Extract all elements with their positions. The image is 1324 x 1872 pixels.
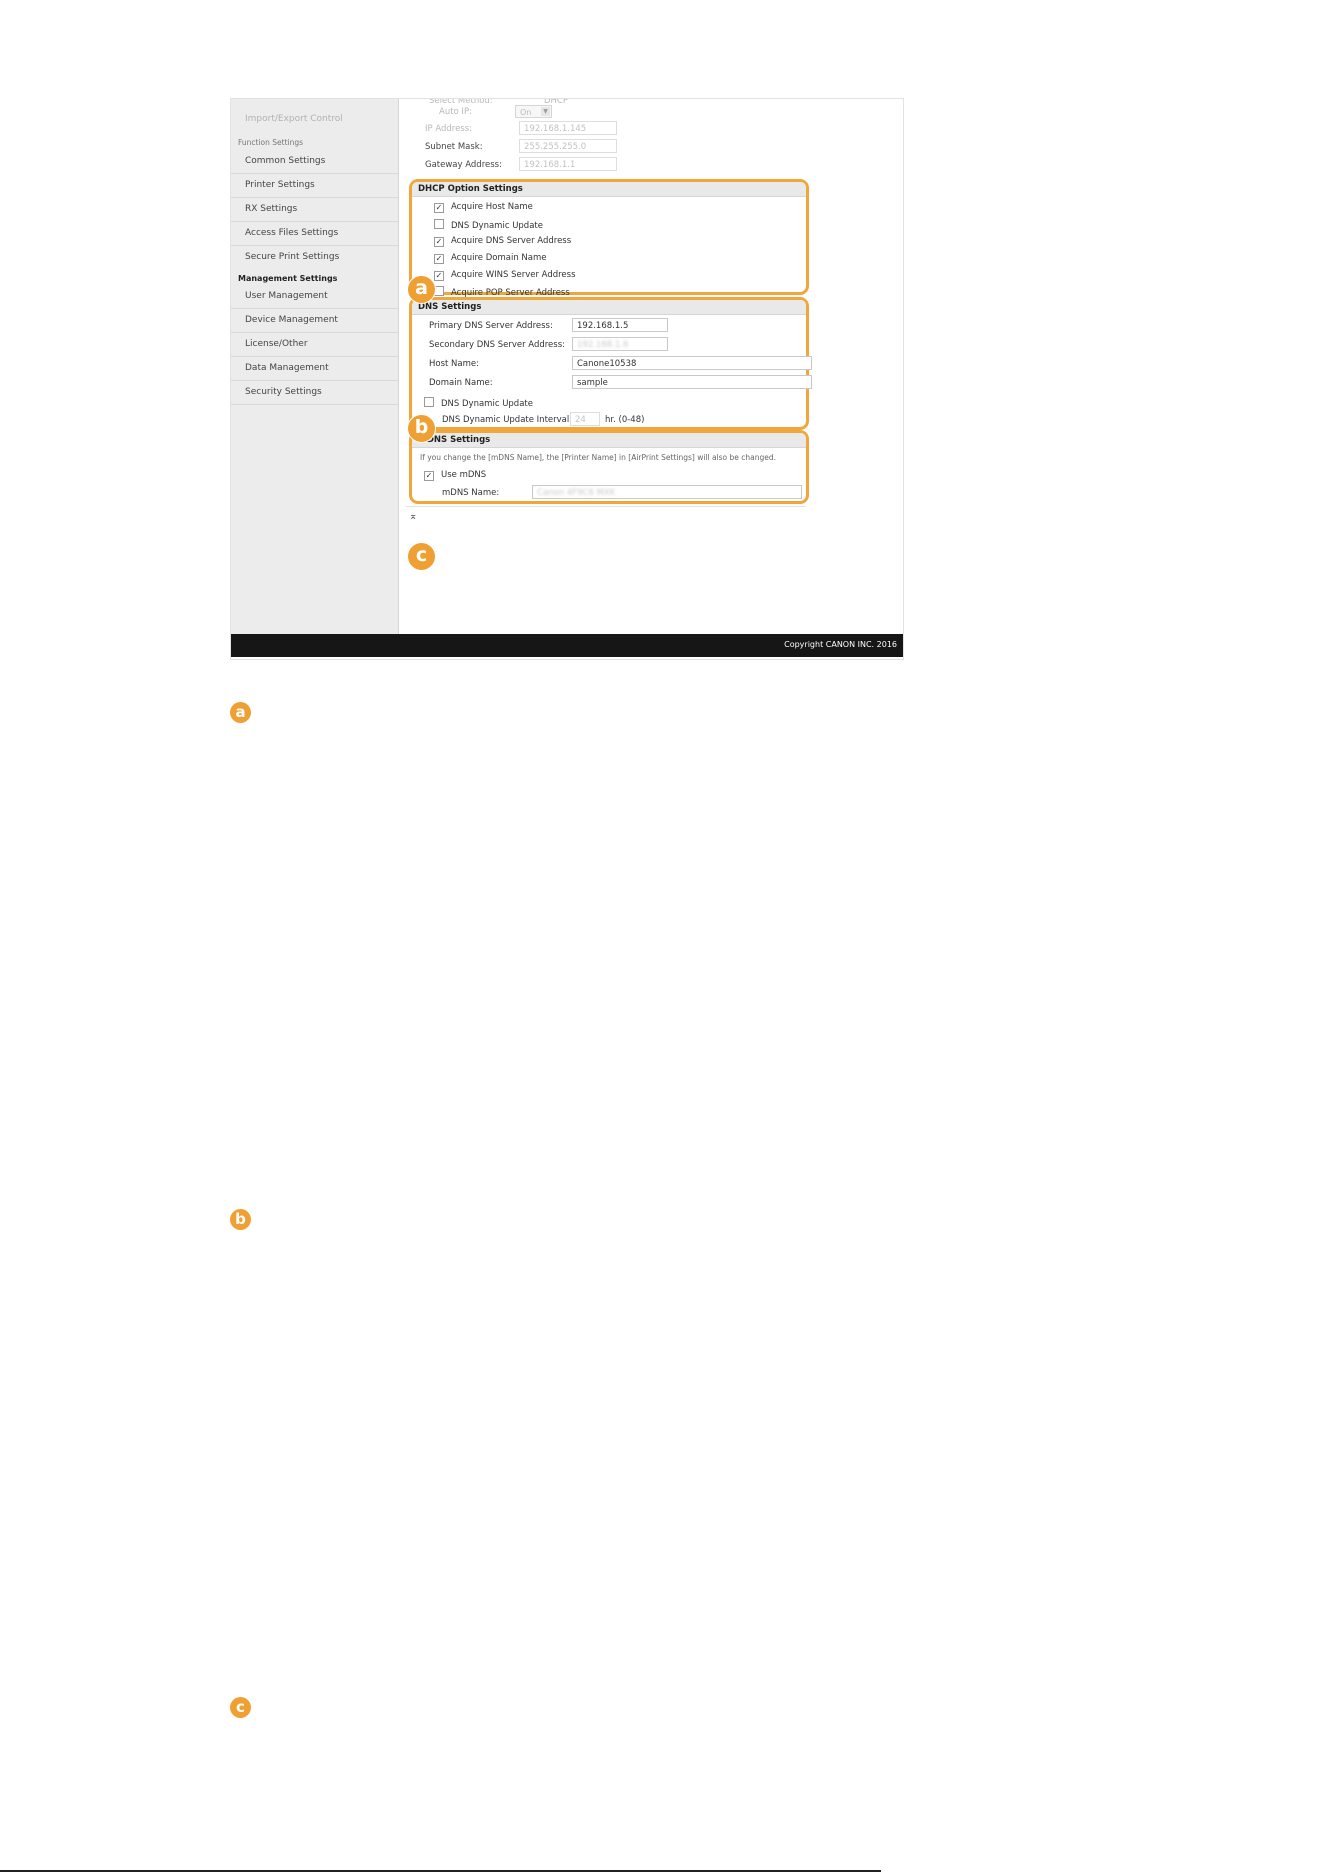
gateway-address-label: Gateway Address:: [425, 160, 502, 170]
sidebar-divider: [231, 356, 398, 357]
auto-ip-value: On: [520, 108, 532, 117]
dhcp-option-dns-dynamic-update[interactable]: DNS Dynamic Update: [434, 219, 543, 231]
callout-marker-b: b: [408, 415, 435, 442]
callout-marker-a: a: [408, 276, 435, 303]
sidebar-divider: [231, 404, 398, 405]
section-marker-b: b: [230, 1209, 251, 1230]
sidebar-divider: [231, 221, 398, 222]
checkbox-checked-icon[interactable]: ✓: [434, 254, 444, 264]
sidebar-item-printer-settings[interactable]: Printer Settings: [245, 180, 315, 190]
sidebar-item-common-settings[interactable]: Common Settings: [245, 156, 325, 166]
subnet-mask-input[interactable]: 255.255.255.0: [519, 139, 617, 153]
sidebar-item-security-settings[interactable]: Security Settings: [245, 387, 322, 397]
domain-name-input[interactable]: sample: [572, 375, 812, 389]
sidebar-item-data-management[interactable]: Data Management: [245, 363, 329, 373]
dhcp-option-acquire-host-name[interactable]: ✓ Acquire Host Name: [434, 202, 533, 213]
copyright-text: Copyright CANON INC. 2016: [784, 640, 897, 649]
dns-settings-title: DNS Settings: [412, 300, 806, 315]
content-divider: [406, 506, 806, 507]
mdns-settings-title: mDNS Settings: [412, 433, 806, 448]
select-method-label: Select Method:: [429, 98, 493, 106]
sidebar-divider: [231, 332, 398, 333]
mdns-name-input[interactable]: Canon 4F9C6 MXK: [532, 485, 802, 499]
domain-name-label: Domain Name:: [429, 378, 493, 388]
secondary-dns-label: Secondary DNS Server Address:: [429, 340, 566, 350]
sidebar-divider: [231, 308, 398, 309]
secondary-dns-input[interactable]: 192.168.1.6: [572, 337, 668, 351]
dns-update-interval-input[interactable]: 24: [570, 412, 600, 426]
sidebar-divider: [231, 197, 398, 198]
dns-update-interval-label: DNS Dynamic Update Interval:: [442, 415, 573, 425]
sidebar: Import/Export Control Function Settings …: [231, 99, 399, 657]
primary-dns-input[interactable]: 192.168.1.5: [572, 318, 668, 332]
screenshot-frame: Import/Export Control Function Settings …: [230, 98, 904, 660]
checkbox-checked-icon[interactable]: ✓: [434, 271, 444, 281]
dns-settings-group: DNS Settings Primary DNS Server Address:…: [409, 297, 812, 430]
ip-address-label: IP Address:: [425, 124, 473, 134]
section-marker-a: a: [230, 702, 251, 723]
main-content: Select Method: DHCP Auto IP: On ▼ IP Add…: [399, 99, 903, 657]
dhcp-option-acquire-dns-server-address[interactable]: ✓ Acquire DNS Server Address: [434, 236, 571, 247]
sidebar-item-secure-print-settings[interactable]: Secure Print Settings: [245, 252, 339, 262]
checkbox-checked-icon[interactable]: ✓: [424, 471, 434, 481]
use-mdns-checkbox-row[interactable]: ✓ Use mDNS: [424, 470, 486, 481]
back-to-top-icon[interactable]: ⌅: [409, 511, 417, 522]
sidebar-divider: [231, 245, 398, 246]
sidebar-divider: [231, 173, 398, 174]
section-marker-c: c: [230, 1697, 251, 1718]
auto-ip-label: Auto IP:: [439, 107, 472, 117]
sidebar-divider: [231, 380, 398, 381]
dhcp-option-acquire-domain-name[interactable]: ✓ Acquire Domain Name: [434, 253, 546, 264]
auto-ip-select[interactable]: On ▼: [515, 105, 552, 118]
dhcp-option-settings-title: DHCP Option Settings: [412, 182, 806, 197]
mdns-settings-group: mDNS Settings If you change the [mDNS Na…: [409, 430, 809, 504]
dns-dynamic-update-checkbox-row[interactable]: DNS Dynamic Update: [424, 397, 533, 409]
checkbox-unchecked-icon[interactable]: [434, 286, 444, 296]
ip-address-input[interactable]: 192.168.1.145: [519, 121, 617, 135]
dns-update-interval-unit: hr. (0-48): [605, 415, 645, 425]
checkbox-checked-icon[interactable]: ✓: [434, 203, 444, 213]
dhcp-option-acquire-wins-server-address[interactable]: ✓ Acquire WINS Server Address: [434, 270, 576, 281]
primary-dns-label: Primary DNS Server Address:: [429, 321, 553, 331]
sidebar-item-license-other[interactable]: License/Other: [245, 339, 308, 349]
sidebar-item-access-files-settings[interactable]: Access Files Settings: [245, 228, 338, 238]
callout-marker-c: c: [408, 543, 435, 570]
chevron-down-icon: ▼: [541, 107, 550, 116]
checkbox-checked-icon[interactable]: ✓: [434, 237, 444, 247]
mdns-note: If you change the [mDNS Name], the [Prin…: [420, 453, 777, 462]
mdns-name-label: mDNS Name:: [442, 488, 500, 498]
sidebar-heading-management-settings: Management Settings: [238, 274, 338, 283]
sidebar-item-import-export[interactable]: Import/Export Control: [245, 114, 343, 124]
sidebar-item-device-management[interactable]: Device Management: [245, 315, 338, 325]
sidebar-item-rx-settings[interactable]: RX Settings: [245, 204, 297, 214]
checkbox-unchecked-icon[interactable]: [424, 397, 434, 407]
dhcp-option-settings-group: DHCP Option Settings ✓ Acquire Host Name …: [409, 179, 809, 298]
host-name-input[interactable]: Canone10538: [572, 356, 812, 370]
sidebar-item-user-management[interactable]: User Management: [245, 291, 328, 301]
host-name-label: Host Name:: [429, 359, 479, 369]
footer-bar: Copyright CANON INC. 2016: [231, 634, 903, 657]
gateway-address-input[interactable]: 192.168.1.1: [519, 157, 617, 171]
sidebar-heading-function-settings: Function Settings: [238, 138, 304, 147]
checkbox-unchecked-icon[interactable]: [434, 219, 444, 229]
subnet-mask-label: Subnet Mask:: [425, 142, 483, 152]
